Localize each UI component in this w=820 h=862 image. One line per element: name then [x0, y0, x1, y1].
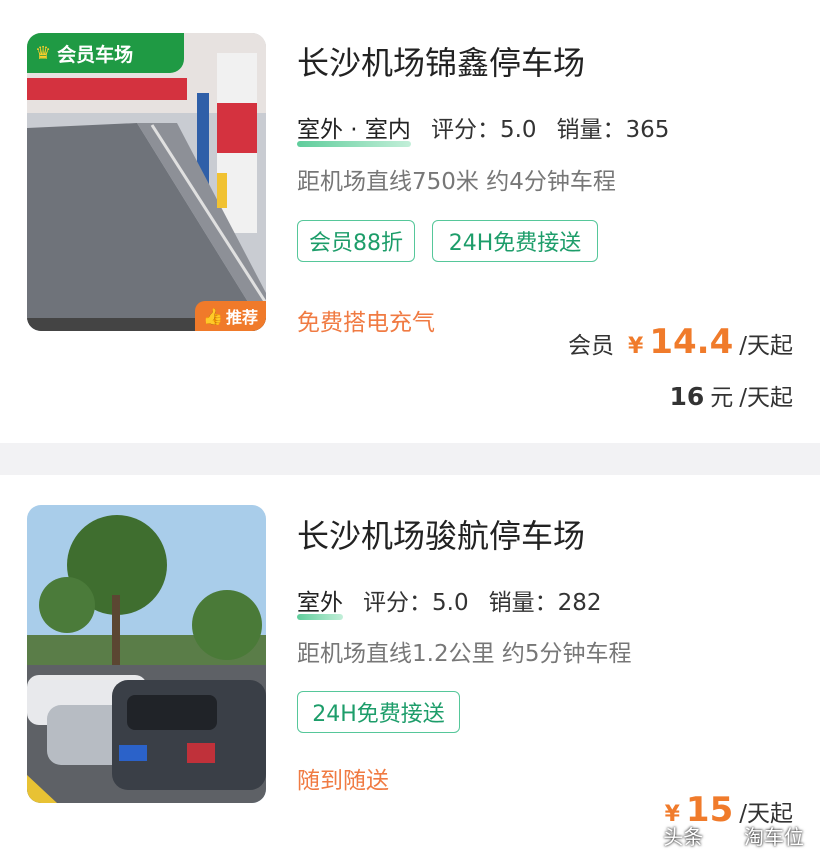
- currency-symbol: ¥: [628, 334, 644, 359]
- per-day-label: /天起: [739, 385, 793, 411]
- service-text: 免费搭电充气: [297, 310, 435, 336]
- parking-card-jinxin[interactable]: ♛ 会员车场 👍 推荐 长沙机场锦鑫停车场 室外 · 室内 评分：5.0 销量：…: [0, 0, 820, 443]
- rating: 评分：5.0: [363, 590, 469, 616]
- member-price-label: 会员: [568, 333, 615, 359]
- parking-card-junhang[interactable]: 长沙机场骏航停车场 室外 评分：5.0 销量：282 距机场直线1.2公里 约5…: [0, 475, 820, 862]
- parking-meta: 室外 评分：5.0 销量：282: [297, 583, 602, 620]
- distance-text: 距机场直线1.2公里 约5分钟车程: [297, 641, 632, 667]
- location-type: 室外: [297, 583, 343, 620]
- regular-price-unit: 元: [710, 385, 734, 411]
- parking-meta: 室外 · 室内 评分：5.0 销量：365: [297, 110, 670, 147]
- parking-photo-garage: [27, 33, 266, 331]
- sales-count: 销量：365: [556, 117, 670, 143]
- location-type: 室外 · 室内: [297, 110, 411, 147]
- sales-count: 销量：282: [488, 590, 602, 616]
- member-price-value: 14.4: [649, 322, 734, 362]
- parking-title[interactable]: 长沙机场骏航停车场: [297, 511, 585, 557]
- thumbs-up-icon: 👍: [203, 306, 223, 326]
- regular-price-value: 16: [669, 382, 705, 411]
- crown-icon: ♛: [35, 42, 52, 64]
- service-text: 随到随送: [297, 768, 389, 794]
- member-price-row: 会员 ¥ 14.4 /天起: [568, 322, 793, 362]
- member-parking-badge: ♛ 会员车场: [27, 33, 184, 73]
- regular-price-row: 16 元 /天起: [669, 378, 793, 412]
- member-badge-label: 会员车场: [57, 43, 134, 66]
- recommend-badge: 👍 推荐: [195, 301, 266, 331]
- tag-member-discount: 会员88折: [297, 220, 415, 262]
- at-icon: [712, 825, 735, 847]
- watermark: 头条 淘车位: [663, 821, 804, 850]
- parking-title[interactable]: 长沙机场锦鑫停车场: [297, 38, 585, 84]
- distance-text: 距机场直线750米 约4分钟车程: [297, 169, 616, 195]
- tag-free-shuttle: 24H免费接送: [297, 691, 460, 733]
- parking-photo-outdoor: [27, 505, 266, 803]
- rating: 评分：5.0: [430, 117, 537, 143]
- tag-free-shuttle: 24H免费接送: [432, 220, 598, 262]
- per-day-label: /天起: [739, 333, 793, 359]
- watermark-author: 淘车位: [744, 825, 804, 849]
- watermark-source: 头条: [663, 825, 704, 849]
- recommend-label: 推荐: [225, 308, 258, 327]
